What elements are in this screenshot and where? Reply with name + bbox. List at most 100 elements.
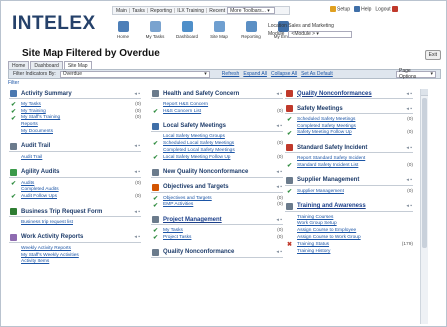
item-link[interactable]: Activity Items — [21, 259, 49, 264]
panel-controls-icon[interactable]: ◂ ▪ — [276, 217, 282, 223]
item-link[interactable]: Audits — [21, 181, 34, 186]
item-link[interactable]: My Staff's Weekly Activities — [21, 253, 79, 258]
panel-header: Quality Nonconformance ◂ ▪ — [151, 248, 283, 258]
business-trip-request-form-icon — [10, 208, 17, 216]
list-item: Training Courses — [297, 214, 413, 221]
item-link[interactable]: Report H&S Concern — [163, 102, 208, 107]
item-link[interactable]: Training Courses — [297, 215, 333, 220]
item-link[interactable]: Local Safety Meeting Groups — [163, 134, 225, 139]
item-link[interactable]: Scheduled Safety Meetings — [297, 117, 355, 122]
panel-training-and-awareness: Training and Awareness ◂ ▪ Training Course… — [285, 202, 413, 257]
panel-controls-icon[interactable]: ◂ ▪ — [406, 106, 412, 112]
nav-label: Home — [116, 34, 129, 39]
item-link[interactable]: Scheduled Local Safety Meetings — [163, 141, 234, 146]
item-link[interactable]: Safety Meeting Follow Up — [297, 130, 352, 135]
item-link[interactable]: Training Status — [297, 242, 329, 247]
filter-bar: Filter Indicators By: Overdue ▾ Refresh E… — [8, 68, 441, 80]
exit-button[interactable]: Exit — [424, 50, 441, 60]
panel-controls-icon[interactable]: ◂ ▪ — [406, 177, 412, 183]
item-link[interactable]: Objectives and Targets — [163, 196, 212, 201]
nav-my-tasks[interactable]: My Tasks — [142, 21, 168, 39]
item-link[interactable]: My Tasks — [21, 102, 41, 107]
logout-link[interactable]: Logout — [375, 6, 398, 12]
panel-title: Work Activity Reports — [21, 234, 84, 241]
item-link[interactable]: Assign Course to Work Group — [297, 235, 361, 240]
panel-header: Business Trip Request Form ◂ ▪ — [9, 207, 141, 218]
item-link[interactable]: Completed Audits — [21, 187, 59, 192]
filter-select[interactable]: Overdue ▾ — [59, 70, 210, 78]
panel-controls-icon[interactable]: ◂ ▪ — [276, 123, 282, 129]
refresh-link[interactable]: Refresh — [222, 71, 240, 77]
panel-controls-icon[interactable]: ◂ ▪ — [134, 234, 140, 240]
item-link[interactable]: Assign Course to Employee — [297, 228, 356, 233]
vertical-scrollbar[interactable] — [420, 89, 428, 324]
item-link[interactable]: Business trip request list — [21, 220, 73, 225]
item-link[interactable]: Standard Safety Incident List — [297, 163, 358, 168]
set-default-link[interactable]: Set As Default — [301, 71, 333, 77]
panel-controls-icon[interactable]: ◂ ▪ — [406, 203, 412, 209]
item-link[interactable]: Local Safety Meeting Follow Up — [163, 155, 230, 160]
page-options-select[interactable]: Page Options ▾ — [396, 68, 436, 80]
item-link[interactable]: H&S Concern List — [163, 109, 201, 114]
scroll-up-arrow[interactable] — [421, 89, 428, 96]
panel-controls-icon[interactable]: ◂ ▪ — [276, 184, 282, 190]
filter-link[interactable]: Filter — [8, 80, 19, 86]
panel-title: Standard Safety Incident — [297, 144, 368, 151]
item-link[interactable]: My Tasks — [163, 228, 183, 233]
help-link[interactable]: Help — [354, 6, 371, 12]
toolbar-reporting[interactable]: Reporting — [150, 8, 172, 14]
panel-controls-icon[interactable]: ◂ ▪ — [276, 249, 282, 255]
nav-dashboard[interactable]: Dashboard — [174, 21, 200, 39]
module-select[interactable]: <Module > ▾ — [288, 30, 353, 38]
list-item: ✔ Audit Follow Ups (0) — [11, 193, 141, 200]
item-link[interactable]: Audit Follow Ups — [21, 194, 57, 199]
toolbar-tasks[interactable]: Tasks — [132, 8, 145, 14]
setup-link[interactable]: Setup — [330, 6, 350, 12]
panel-controls-icon[interactable]: ◂ ▪ — [134, 91, 140, 97]
item-link[interactable]: Reports — [21, 122, 38, 127]
panel-controls-icon[interactable]: ◂ ▪ — [406, 91, 412, 97]
nav-home[interactable]: Home — [110, 21, 136, 39]
item-link[interactable]: Training History — [297, 249, 330, 254]
panel-controls-icon[interactable]: ◂ ▪ — [134, 209, 140, 215]
collapse-all-link[interactable]: Collapse All — [271, 71, 297, 77]
item-link[interactable]: EMP Activities — [163, 202, 193, 207]
panel-controls-icon[interactable]: ◂ ▪ — [406, 145, 412, 151]
panel-title[interactable]: Training and Awareness — [297, 203, 366, 209]
nav-label: Dashboard — [175, 34, 198, 39]
item-link[interactable]: Completed Safety Meetings — [297, 124, 356, 129]
item-link[interactable]: Report Standard Safety Incident — [297, 156, 365, 161]
local-safety-meetings-icon — [152, 122, 159, 130]
panel-header: Quality Nonconformances ◂ ▪ — [285, 89, 413, 99]
quality-nonconformance-icon — [152, 248, 159, 256]
toolbar-ilx-training[interactable]: ILX Training — [177, 8, 204, 14]
more-toolbars-select[interactable]: More Toolbars... ▾ — [227, 7, 276, 14]
item-link[interactable]: Weekly Activity Reports — [21, 246, 71, 251]
panel-controls-icon[interactable]: ◂ ▪ — [134, 169, 140, 175]
item-link[interactable]: My Staff's Training — [21, 115, 60, 120]
item-link[interactable]: Completed Local Safety Meetings — [163, 148, 235, 153]
list-item: ✔ Supplier Management (0) — [287, 188, 413, 195]
item-link[interactable]: My Training — [21, 109, 46, 114]
item-link[interactable]: My Documents — [21, 129, 53, 134]
item-link[interactable]: Audit Trail — [21, 155, 42, 160]
panel-controls-icon[interactable]: ◂ ▪ — [276, 91, 282, 97]
panel-title[interactable]: Quality Nonconformances — [297, 91, 372, 97]
list-item: Work Group Setup — [297, 221, 413, 228]
column-2: Health and Safety Concern ◂ ▪ Report H&S C… — [151, 89, 283, 263]
list-item: ✔ Safety Meeting Follow Up (0) — [287, 130, 413, 136]
panel-controls-icon[interactable]: ◂ ▪ — [276, 169, 282, 175]
item-link[interactable]: Project Tasks — [163, 235, 191, 240]
panel-controls-icon[interactable]: ◂ ▪ — [134, 143, 140, 149]
list-item: ✔ My Tasks (0) — [11, 101, 141, 108]
nav-site-map[interactable]: Site Map — [206, 21, 232, 39]
scroll-thumb[interactable] — [422, 98, 427, 248]
item-link[interactable]: Work Group Setup — [297, 221, 337, 226]
panel-title[interactable]: Project Management — [163, 217, 222, 223]
toolbar-recent[interactable]: Recent — [209, 8, 225, 14]
toolbar-main[interactable]: Main — [116, 8, 127, 14]
nav-reporting[interactable]: Reporting — [238, 21, 264, 39]
expand-all-link[interactable]: Expand All — [243, 71, 267, 77]
panel-header: Agility Audits ◂ ▪ — [9, 168, 141, 178]
item-link[interactable]: Supplier Management — [297, 189, 344, 194]
